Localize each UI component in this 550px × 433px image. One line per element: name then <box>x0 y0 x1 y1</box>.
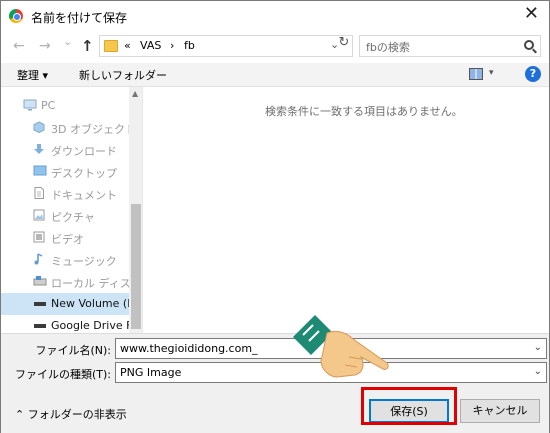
folder-icon <box>104 40 118 52</box>
save-as-dialog: 名前を付けて保存 ✕ ← → ⌄ ↑ « VAS › fb ⌄ ↻ fbの検索 … <box>0 0 550 433</box>
hide-folders-label: フォルダーの非表示 <box>27 408 127 421</box>
breadcrumb-fb[interactable]: fb <box>184 39 195 52</box>
filetype-dropdown-icon[interactable]: ⌄ <box>534 366 542 377</box>
filetype-label: ファイルの種類(T): <box>14 368 111 381</box>
desktop-icon <box>33 165 47 177</box>
filetype-value: PNG Image <box>120 366 182 379</box>
tree-item-pictures[interactable]: ピクチャ <box>1 205 129 227</box>
new-folder-button[interactable]: 新しいフォルダー <box>79 67 167 83</box>
cube-icon <box>33 121 45 134</box>
back-button[interactable]: ← <box>13 38 25 54</box>
filename-value: www.thegioididong.com_ <box>120 342 258 355</box>
chrome-icon <box>9 9 23 23</box>
filename-dropdown-icon[interactable]: ⌄ <box>534 342 542 353</box>
tree-item-documents[interactable]: ドキュメント <box>1 183 129 205</box>
tree-item-music[interactable]: ミュージック <box>1 249 129 271</box>
pointing-hand-icon <box>293 315 389 378</box>
tree-item-desktop[interactable]: デスクトップ <box>1 161 129 183</box>
hide-folders-toggle[interactable]: ⌃ フォルダーの非表示 <box>15 406 127 422</box>
picture-icon <box>33 209 45 221</box>
breadcrumb-overflow[interactable]: « <box>124 39 131 52</box>
forward-button[interactable]: → <box>39 38 51 54</box>
disk-icon <box>33 275 47 287</box>
drive-icon <box>33 319 46 331</box>
save-highlight-box <box>361 387 457 425</box>
chevron-up-icon: ⌃ <box>15 408 25 421</box>
cancel-button[interactable]: キャンセル <box>460 399 540 423</box>
tree-item-local-disk[interactable]: ローカル ディスク (C <box>1 271 129 293</box>
scrollbar-thumb[interactable] <box>131 204 141 329</box>
refresh-button[interactable]: ↻ <box>335 35 353 57</box>
command-bar: 整理 ▾ 新しいフォルダー ▾ ? <box>1 63 549 87</box>
view-options-icon[interactable] <box>469 68 483 80</box>
navigation-pane[interactable]: PC 3D オブジェクト ダウンロード デスクトップ ドキュメント ピクチャ ビ… <box>1 87 143 333</box>
empty-results-message: 検索条件に一致する項目はありません。 <box>265 105 463 118</box>
navigation-scrollbar[interactable]: ▲ <box>129 87 142 333</box>
tree-item-new-volume[interactable]: New Volume (E:) <box>1 293 129 315</box>
download-icon <box>33 143 45 155</box>
navigation-bar: ← → ⌄ ↑ « VAS › fb ⌄ ↻ fbの検索 <box>1 31 549 63</box>
help-icon[interactable]: ? <box>525 66 541 82</box>
address-bar[interactable]: « VAS › fb ⌄ <box>99 35 353 57</box>
organize-menu[interactable]: 整理 ▾ <box>17 67 48 83</box>
breadcrumb-vas[interactable]: VAS <box>140 39 161 52</box>
search-icon[interactable] <box>524 40 534 50</box>
breadcrumb-separator[interactable]: › <box>170 39 174 52</box>
scroll-up-icon[interactable]: ▲ <box>132 89 138 98</box>
search-box[interactable]: fbの検索 <box>359 35 541 57</box>
title-bar: 名前を付けて保存 ✕ <box>1 1 549 31</box>
search-placeholder: fbの検索 <box>366 41 410 54</box>
filename-label: ファイル名(N): <box>35 344 111 357</box>
drive-icon <box>33 297 46 309</box>
tree-item-pc[interactable]: PC <box>1 95 129 117</box>
close-button[interactable]: ✕ <box>524 5 539 23</box>
save-form-panel: ファイル名(N): www.thegioididong.com_ ⌄ ファイルの… <box>1 333 549 433</box>
tree-item-videos[interactable]: ビデオ <box>1 227 129 249</box>
tree-item-3d-objects[interactable]: 3D オブジェクト <box>1 117 129 139</box>
up-button[interactable]: ↑ <box>81 37 94 55</box>
document-icon <box>33 187 45 199</box>
video-icon <box>33 231 45 243</box>
dialog-title: 名前を付けて保存 <box>31 11 128 25</box>
tree-item-google-drive[interactable]: Google Drive File <box>1 315 129 333</box>
computer-icon <box>23 99 37 111</box>
tree-item-downloads[interactable]: ダウンロード <box>1 139 129 161</box>
music-icon <box>33 253 45 265</box>
recent-locations-button[interactable]: ⌄ <box>63 35 72 48</box>
view-dropdown-icon[interactable]: ▾ <box>489 68 494 78</box>
